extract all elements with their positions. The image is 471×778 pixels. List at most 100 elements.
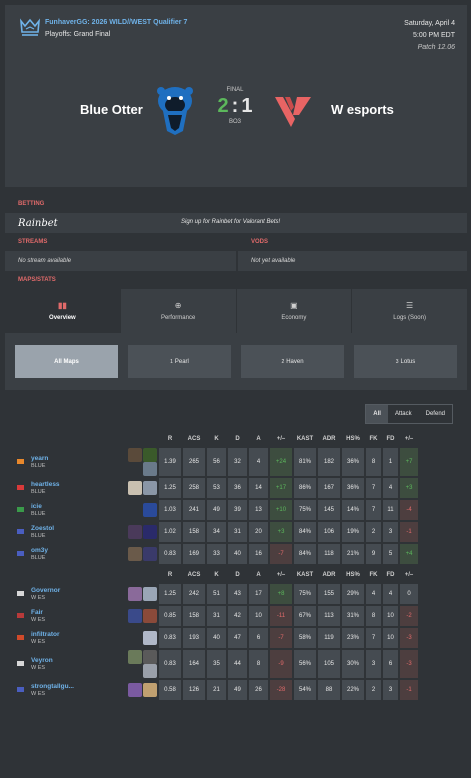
agent-portrait[interactable] xyxy=(143,664,157,678)
stat-hs: 36% xyxy=(342,478,364,498)
map-button-pearl[interactable]: 1 Pearl xyxy=(128,345,231,378)
country-flag-icon xyxy=(17,634,24,640)
player-name[interactable]: om3y xyxy=(31,547,111,554)
team-right-stats-table: R ACS K D A +/– KAST ADR HS% FK FD +/– Governor W E… xyxy=(15,566,420,702)
rainbet-logo[interactable]: Rainbet xyxy=(18,218,58,229)
player-cell[interactable]: Zoestol BLUE xyxy=(31,522,111,542)
event-title-link[interactable]: FunhaverGG: 2026 WILD//WEST Qualifier 7 xyxy=(45,19,187,26)
table-row: om3y BLUE 0.83 169 33 40 16 -7 84% 118 2… xyxy=(17,544,418,564)
table-row: icie BLUE 1.03 241 49 39 13 +10 75% 145 … xyxy=(17,500,418,520)
player-cell[interactable]: Veyron W ES xyxy=(31,650,111,678)
agent-portrait[interactable] xyxy=(128,525,142,539)
player-name[interactable]: Governor xyxy=(31,587,111,594)
player-cell[interactable]: Fair W ES xyxy=(31,606,111,626)
stat-kast: 54% xyxy=(294,680,316,700)
column-header: D xyxy=(235,572,240,578)
agent-portrait[interactable] xyxy=(128,683,142,697)
country-flag-icon xyxy=(17,506,24,512)
player-cell[interactable]: infiltrator W ES xyxy=(31,628,111,648)
player-cell[interactable]: icie BLUE xyxy=(31,500,111,520)
tab-overview[interactable]: ▮▮ Overview xyxy=(5,289,121,333)
agent-portrait[interactable] xyxy=(128,448,142,462)
match-score: 2:1 xyxy=(207,95,263,118)
player-name[interactable]: infiltrator xyxy=(31,631,111,638)
column-header: FD xyxy=(386,436,395,442)
stat-fk: 7 xyxy=(366,628,381,648)
agent-list xyxy=(113,478,157,498)
column-header: ADR xyxy=(322,572,336,578)
player-name[interactable]: strongtallgu... xyxy=(31,683,111,690)
column-header: R xyxy=(167,436,173,442)
stat-kast: 67% xyxy=(294,606,316,626)
betting-label: BETTING xyxy=(5,195,467,213)
player-name[interactable]: icie xyxy=(31,503,111,510)
stat-kast: 58% xyxy=(294,628,316,648)
agent-portrait[interactable] xyxy=(128,650,142,664)
filter-defend-button[interactable]: Defend xyxy=(419,405,452,423)
crown-logo-icon[interactable] xyxy=(18,17,42,41)
tab-performance[interactable]: ⊕ Performance xyxy=(121,289,237,333)
player-name[interactable]: heartless xyxy=(31,481,111,488)
stat-acs: 193 xyxy=(183,628,205,648)
agent-portrait[interactable] xyxy=(143,462,157,476)
agent-portrait[interactable] xyxy=(143,683,157,697)
stat-adr: 155 xyxy=(318,584,340,604)
agent-portrait[interactable] xyxy=(143,448,157,462)
tab-logs[interactable]: ☰ Logs (Soon) xyxy=(352,289,467,333)
player-cell[interactable]: yearn BLUE xyxy=(31,448,111,476)
agent-portrait[interactable] xyxy=(128,587,142,601)
team-right-name[interactable]: W esports xyxy=(331,102,394,117)
stat-hs: 29% xyxy=(342,584,364,604)
stat-acs: 242 xyxy=(183,584,205,604)
player-name[interactable]: Fair xyxy=(31,609,111,616)
stat-kills: 40 xyxy=(207,628,226,648)
rainbet-cta-link[interactable]: Sign up for Rainbet for Valorant Bets! xyxy=(181,219,280,225)
stat-fk-diff: -3 xyxy=(400,628,418,648)
table-row: heartless BLUE 1.25 258 53 36 14 +17 86%… xyxy=(17,478,418,498)
map-button-lotus[interactable]: 3 Lotus xyxy=(354,345,457,378)
map-button-all[interactable]: All Maps xyxy=(15,345,118,378)
stat-fk-diff: +4 xyxy=(400,544,418,564)
map-label: All Maps xyxy=(54,358,79,365)
betting-bar[interactable]: Rainbet Sign up for Rainbet for Valorant… xyxy=(5,213,467,233)
tab-economy[interactable]: ▣ Economy xyxy=(237,289,353,333)
column-header: ACS xyxy=(187,436,201,442)
money-icon: ▣ xyxy=(290,301,298,310)
stat-assists: 6 xyxy=(249,628,268,648)
agent-portrait[interactable] xyxy=(143,650,157,664)
stat-rating: 1.25 xyxy=(159,584,181,604)
player-cell[interactable]: heartless BLUE xyxy=(31,478,111,498)
stat-fk: 9 xyxy=(366,544,381,564)
agent-portrait[interactable] xyxy=(143,481,157,495)
blue-otter-logo-icon[interactable] xyxy=(155,85,195,137)
player-cell[interactable]: om3y BLUE xyxy=(31,544,111,564)
stats-panel: All Attack Defend R ACS K D A +/– KAST ADR HS% FK… xyxy=(5,396,467,756)
player-team-tag: BLUE xyxy=(31,511,46,517)
player-name[interactable]: yearn xyxy=(31,455,111,462)
w-esports-logo-icon[interactable] xyxy=(273,93,313,129)
player-name[interactable]: Zoestol xyxy=(31,525,111,532)
agent-portrait[interactable] xyxy=(143,631,157,645)
agent-portrait[interactable] xyxy=(128,481,142,495)
stat-fd: 10 xyxy=(383,606,398,626)
agent-portrait[interactable] xyxy=(143,547,157,561)
player-cell[interactable]: strongtallgu... W ES xyxy=(31,680,111,700)
agent-portrait[interactable] xyxy=(143,609,157,623)
agent-portrait[interactable] xyxy=(128,547,142,561)
stat-kills: 21 xyxy=(207,680,226,700)
player-name[interactable]: Veyron xyxy=(31,657,111,664)
stat-kast: 84% xyxy=(294,522,316,542)
stat-deaths: 36 xyxy=(228,478,247,498)
agent-portrait[interactable] xyxy=(128,609,142,623)
filter-all-button[interactable]: All xyxy=(366,405,388,423)
player-team-tag: BLUE xyxy=(31,489,46,495)
agent-portrait[interactable] xyxy=(143,525,157,539)
team-left-name[interactable]: Blue Otter xyxy=(80,102,143,117)
player-cell[interactable]: Governor W ES xyxy=(31,584,111,604)
column-header: FK xyxy=(369,572,378,578)
filter-attack-button[interactable]: Attack xyxy=(388,405,419,423)
agent-portrait[interactable] xyxy=(143,503,157,517)
stat-kd-diff: +17 xyxy=(270,478,292,498)
agent-portrait[interactable] xyxy=(143,587,157,601)
map-button-haven[interactable]: 2 Haven xyxy=(241,345,344,378)
